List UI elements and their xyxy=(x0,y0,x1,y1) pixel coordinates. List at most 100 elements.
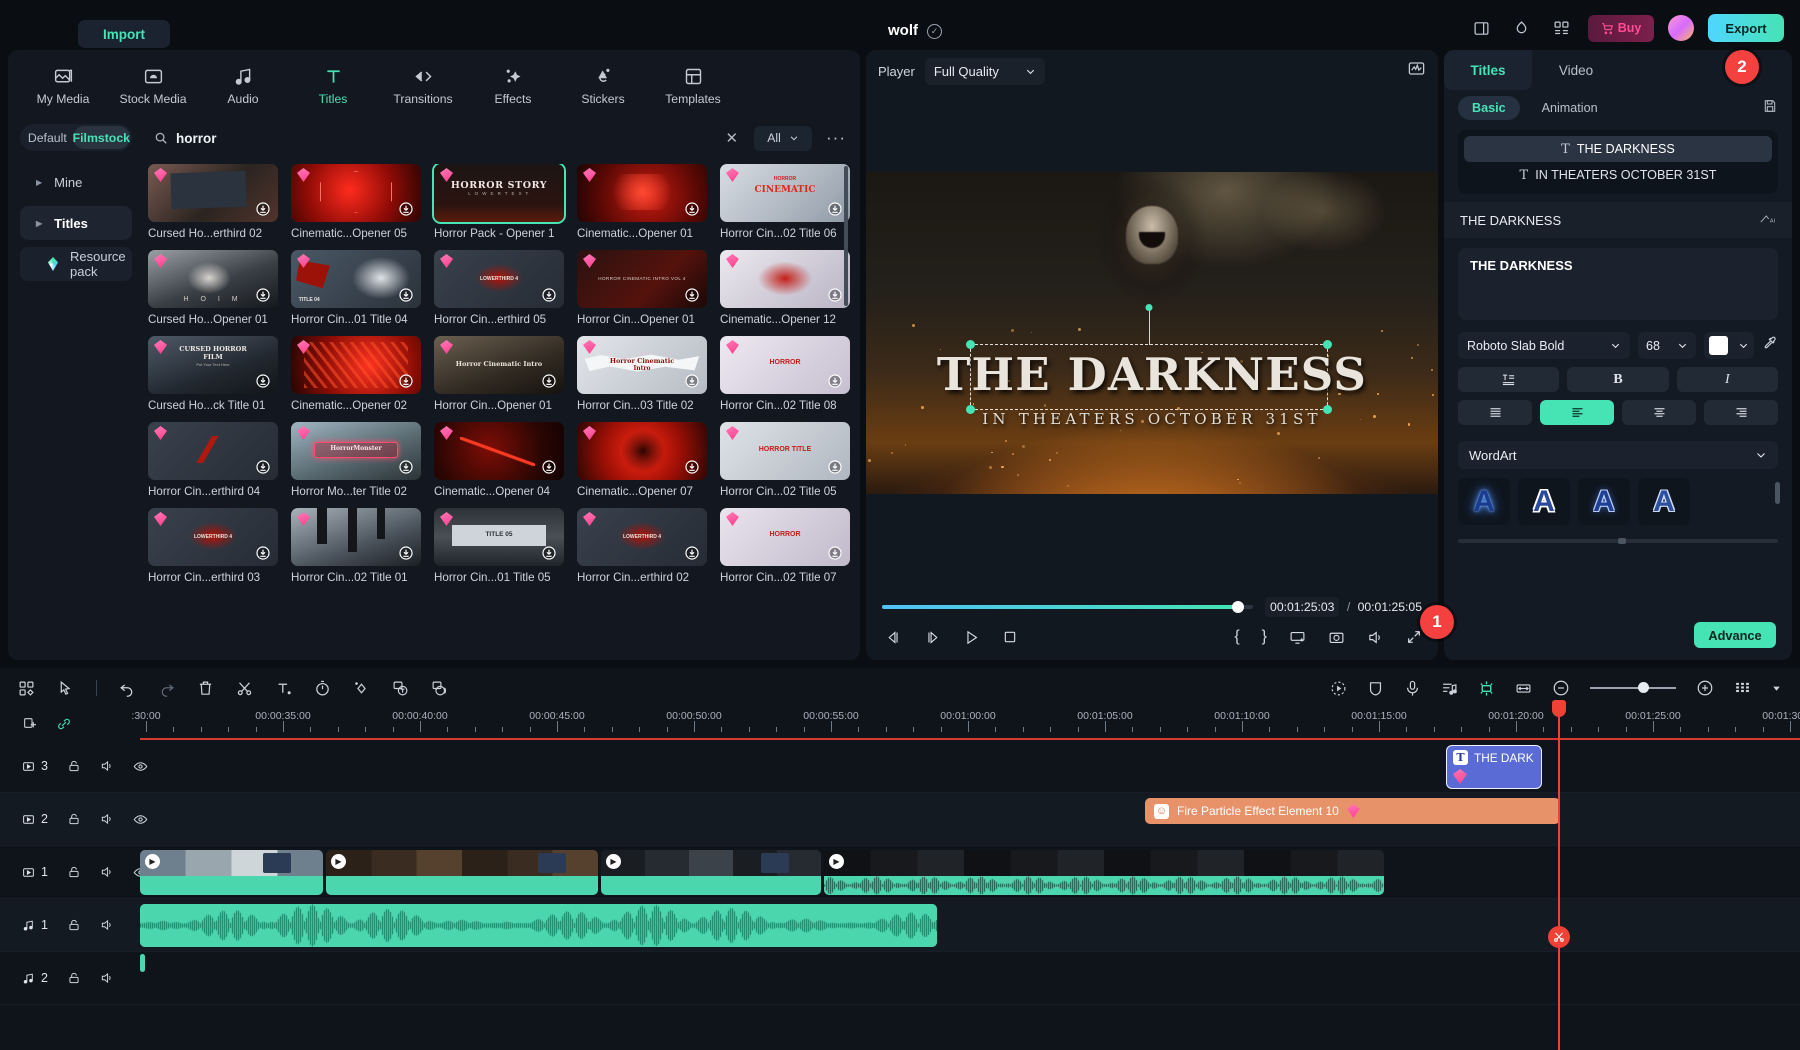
align-right-button[interactable] xyxy=(1704,400,1778,425)
undo-icon[interactable] xyxy=(119,680,136,697)
nav-tab-stickers[interactable]: Stickers xyxy=(560,60,646,114)
title-template-thumbnail[interactable]: HORROR STORYL O W E R T E X T xyxy=(434,164,564,222)
download-icon[interactable] xyxy=(684,373,700,389)
title-template-thumbnail[interactable] xyxy=(291,336,421,394)
align-center-button[interactable] xyxy=(1622,400,1696,425)
download-icon[interactable] xyxy=(398,287,414,303)
prev-frame-button[interactable] xyxy=(885,629,902,646)
auto-caption-icon[interactable] xyxy=(392,680,409,697)
export-button[interactable]: Export xyxy=(1708,14,1784,42)
nav-tab-templates[interactable]: Templates xyxy=(650,60,736,114)
title-template-item[interactable]: LOWERTHIRD 4Horror Cin...erthird 03 xyxy=(148,508,278,584)
download-icon[interactable] xyxy=(541,287,557,303)
download-icon[interactable] xyxy=(541,459,557,475)
grid-scrollbar[interactable] xyxy=(844,166,848,306)
stop-button[interactable] xyxy=(1002,629,1018,645)
mute-icon[interactable] xyxy=(100,971,114,985)
download-icon[interactable] xyxy=(827,201,843,217)
download-icon[interactable] xyxy=(398,373,414,389)
zoom-slider[interactable] xyxy=(1590,687,1676,689)
wordart-preset-1[interactable]: A xyxy=(1458,478,1510,525)
audio-clip[interactable] xyxy=(140,904,937,947)
layout-options-icon[interactable] xyxy=(18,680,35,697)
clip-play-icon[interactable]: ▶ xyxy=(606,854,621,869)
title-template-item[interactable]: Cinematic...Opener 05 xyxy=(291,164,421,240)
export-frame-icon[interactable] xyxy=(1289,629,1306,646)
nav-tab-audio[interactable]: Audio xyxy=(200,60,286,114)
track-area-video-1[interactable]: ▶▶▶▶ xyxy=(140,846,1800,898)
filter-select[interactable]: All xyxy=(754,126,812,151)
title-template-thumbnail[interactable]: HORRORCINEMATIC xyxy=(720,164,850,222)
title-template-item[interactable]: Cinematic...Opener 04 xyxy=(434,422,564,498)
title-template-thumbnail[interactable]: HORROR CINEMATIC INTRO VOL 4 xyxy=(577,250,707,308)
volume-speaker-icon[interactable] xyxy=(1367,629,1384,646)
video-clip[interactable]: ▶ xyxy=(140,850,323,895)
download-icon[interactable] xyxy=(255,287,271,303)
lock-icon[interactable] xyxy=(67,865,81,879)
track-area-video-3[interactable]: T THE DARK xyxy=(140,740,1800,792)
title-template-thumbnail[interactable] xyxy=(148,164,278,222)
redo-icon[interactable] xyxy=(158,680,175,697)
mute-icon[interactable] xyxy=(100,759,114,773)
text-spacing-button[interactable] xyxy=(1458,367,1559,392)
download-icon[interactable] xyxy=(541,545,557,561)
download-icon[interactable] xyxy=(684,201,700,217)
title-template-item[interactable]: CURSED HORRORFILMPut Your Text HereCurse… xyxy=(148,336,278,412)
waveform-scope-icon[interactable] xyxy=(1407,59,1426,83)
auto-reframe-icon[interactable] xyxy=(1330,680,1347,697)
video-clip[interactable]: ▶ xyxy=(601,850,821,895)
title-template-item[interactable]: LOWERTHIRD 4Horror Cin...erthird 05 xyxy=(434,250,564,326)
fit-timeline-icon[interactable] xyxy=(1515,680,1532,697)
cloud-upload-icon[interactable] xyxy=(1508,15,1534,41)
title-template-thumbnail[interactable]: TITLE 04 xyxy=(291,250,421,308)
subtab-basic[interactable]: Basic xyxy=(1458,96,1520,120)
mixer-icon[interactable] xyxy=(1734,680,1751,697)
preview-stage[interactable]: THE DARKNESS IN THEATERS OCTOBER 31ST xyxy=(866,172,1438,494)
download-icon[interactable] xyxy=(684,287,700,303)
panel-resize-divider[interactable] xyxy=(1458,539,1778,543)
download-icon[interactable] xyxy=(541,373,557,389)
lock-icon[interactable] xyxy=(67,971,81,985)
lock-icon[interactable] xyxy=(67,759,81,773)
title-template-thumbnail[interactable]: H O I M xyxy=(148,250,278,308)
title-template-thumbnail[interactable]: Horror Cinematic Intro xyxy=(434,336,564,394)
zoom-slider-handle[interactable] xyxy=(1638,682,1649,693)
audio-list-icon[interactable] xyxy=(1441,680,1458,697)
mark-out-button[interactable]: } xyxy=(1262,628,1267,646)
title-template-item[interactable]: Horror Cin...02 Title 01 xyxy=(291,508,421,584)
download-icon[interactable] xyxy=(398,201,414,217)
source-tab-default[interactable]: Default xyxy=(22,126,73,149)
track-area-video-2[interactable]: ☺ Fire Particle Effect Element 10 xyxy=(140,793,1800,845)
title-template-item[interactable]: TITLE 04Horror Cin...01 Title 04 xyxy=(291,250,421,326)
download-icon[interactable] xyxy=(255,459,271,475)
title-template-item[interactable]: Cinematic...Opener 07 xyxy=(577,422,707,498)
mute-icon[interactable] xyxy=(100,865,114,879)
resize-handle-bottom-left[interactable] xyxy=(966,405,975,414)
text-tool-icon[interactable] xyxy=(275,680,292,697)
nav-tab-stock-media[interactable]: Stock Media xyxy=(110,60,196,114)
title-template-thumbnail[interactable] xyxy=(577,422,707,480)
zoom-in-icon[interactable] xyxy=(1696,679,1714,697)
ruler-ticks[interactable]: :30:0000:00:35:0000:00:40:0000:00:45:000… xyxy=(140,708,1800,740)
tab-titles[interactable]: Titles xyxy=(1444,50,1532,90)
scissors-marker-icon[interactable] xyxy=(1548,926,1570,948)
ai-assist-icon[interactable]: AI xyxy=(1759,212,1776,229)
title-template-thumbnail[interactable]: HORROR TITLE xyxy=(720,422,850,480)
download-icon[interactable] xyxy=(255,545,271,561)
title-template-item[interactable]: HORROR STORYL O W E R T E X THorror Pack… xyxy=(434,164,564,240)
avatar[interactable] xyxy=(1668,15,1694,41)
sidebar-item-mine[interactable]: ▶ Mine xyxy=(20,165,132,199)
lock-icon[interactable] xyxy=(67,918,81,932)
sidebar-item-resource-pack[interactable]: Resource pack xyxy=(20,247,132,281)
wordart-select[interactable]: WordArt xyxy=(1458,441,1778,469)
more-options-icon[interactable]: ··· xyxy=(822,128,850,148)
title-template-thumbnail[interactable] xyxy=(291,508,421,566)
wordart-preset-2[interactable]: A xyxy=(1518,478,1570,525)
video-clip[interactable]: ▶ xyxy=(326,850,598,895)
seek-slider[interactable] xyxy=(882,605,1253,609)
marker-icon[interactable] xyxy=(1478,680,1495,697)
download-icon[interactable] xyxy=(398,545,414,561)
link-icon[interactable] xyxy=(56,716,72,732)
clip-play-icon[interactable]: ▶ xyxy=(331,854,346,869)
title-template-thumbnail[interactable] xyxy=(720,250,850,308)
